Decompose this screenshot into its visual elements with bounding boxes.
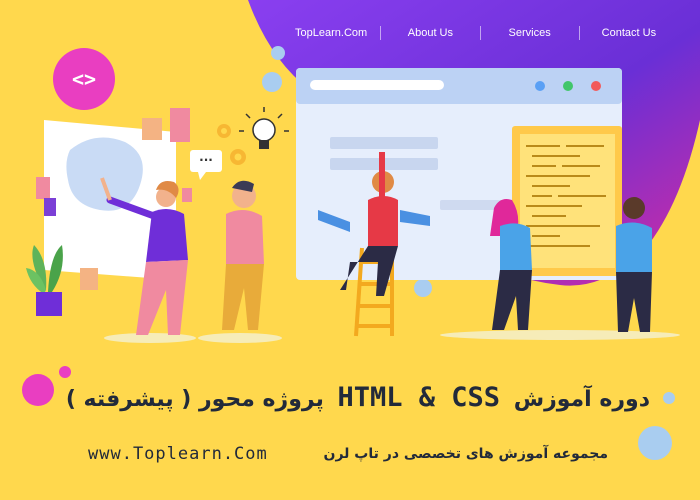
gear-icon bbox=[230, 149, 246, 165]
lightbulb-icon bbox=[239, 107, 289, 149]
nav-item-home[interactable]: TopLearn.Com bbox=[282, 26, 382, 40]
course-title-line: دوره آموزش HTML & CSS پروژه محور ( پیشرف… bbox=[40, 378, 650, 420]
decor-circle bbox=[663, 392, 675, 404]
course-title: دوره آموزش HTML & CSS پروژه محور ( پیشرف… bbox=[40, 378, 650, 420]
sticky-note bbox=[170, 108, 190, 142]
decor-circle bbox=[414, 279, 432, 297]
website-url: www.Toplearn.Com bbox=[88, 444, 268, 464]
nav-item-contact[interactable]: Contact Us bbox=[580, 26, 678, 40]
course-subtitle: مجموعه آموزش های تخصصی در تاپ لرن bbox=[323, 446, 608, 462]
course-title-tech: HTML & CSS bbox=[337, 382, 501, 413]
sticky-note bbox=[182, 188, 192, 202]
course-title-prefix: دوره آموزش bbox=[513, 387, 650, 412]
decor-circle bbox=[271, 46, 285, 60]
decor-circle bbox=[262, 72, 282, 92]
ground-shadow bbox=[198, 333, 282, 343]
person-thinking bbox=[222, 180, 264, 330]
speech-bubble-text: ... bbox=[199, 150, 213, 164]
subtitle-row: www.Toplearn.Com مجموعه آموزش های تخصصی … bbox=[88, 440, 608, 468]
top-navigation: TopLearn.Com About Us Services Contact U… bbox=[282, 18, 678, 48]
sticky-note bbox=[44, 198, 56, 216]
code-badge-symbol: <> bbox=[71, 67, 97, 91]
sticky-note bbox=[36, 177, 50, 199]
decor-circle bbox=[59, 366, 71, 378]
nav-item-services[interactable]: Services bbox=[481, 26, 580, 40]
sticky-note bbox=[142, 118, 162, 140]
course-title-suffix: پروژه محور ( پیشرفته ) bbox=[65, 387, 324, 412]
nav-item-about[interactable]: About Us bbox=[381, 26, 481, 40]
ground-shadow bbox=[104, 333, 196, 343]
banner: <> ... TopLearn.Com About Us Services Co… bbox=[0, 0, 700, 500]
gear-icon bbox=[217, 124, 231, 138]
decor-circle bbox=[638, 426, 672, 460]
sticky-note bbox=[80, 268, 98, 290]
